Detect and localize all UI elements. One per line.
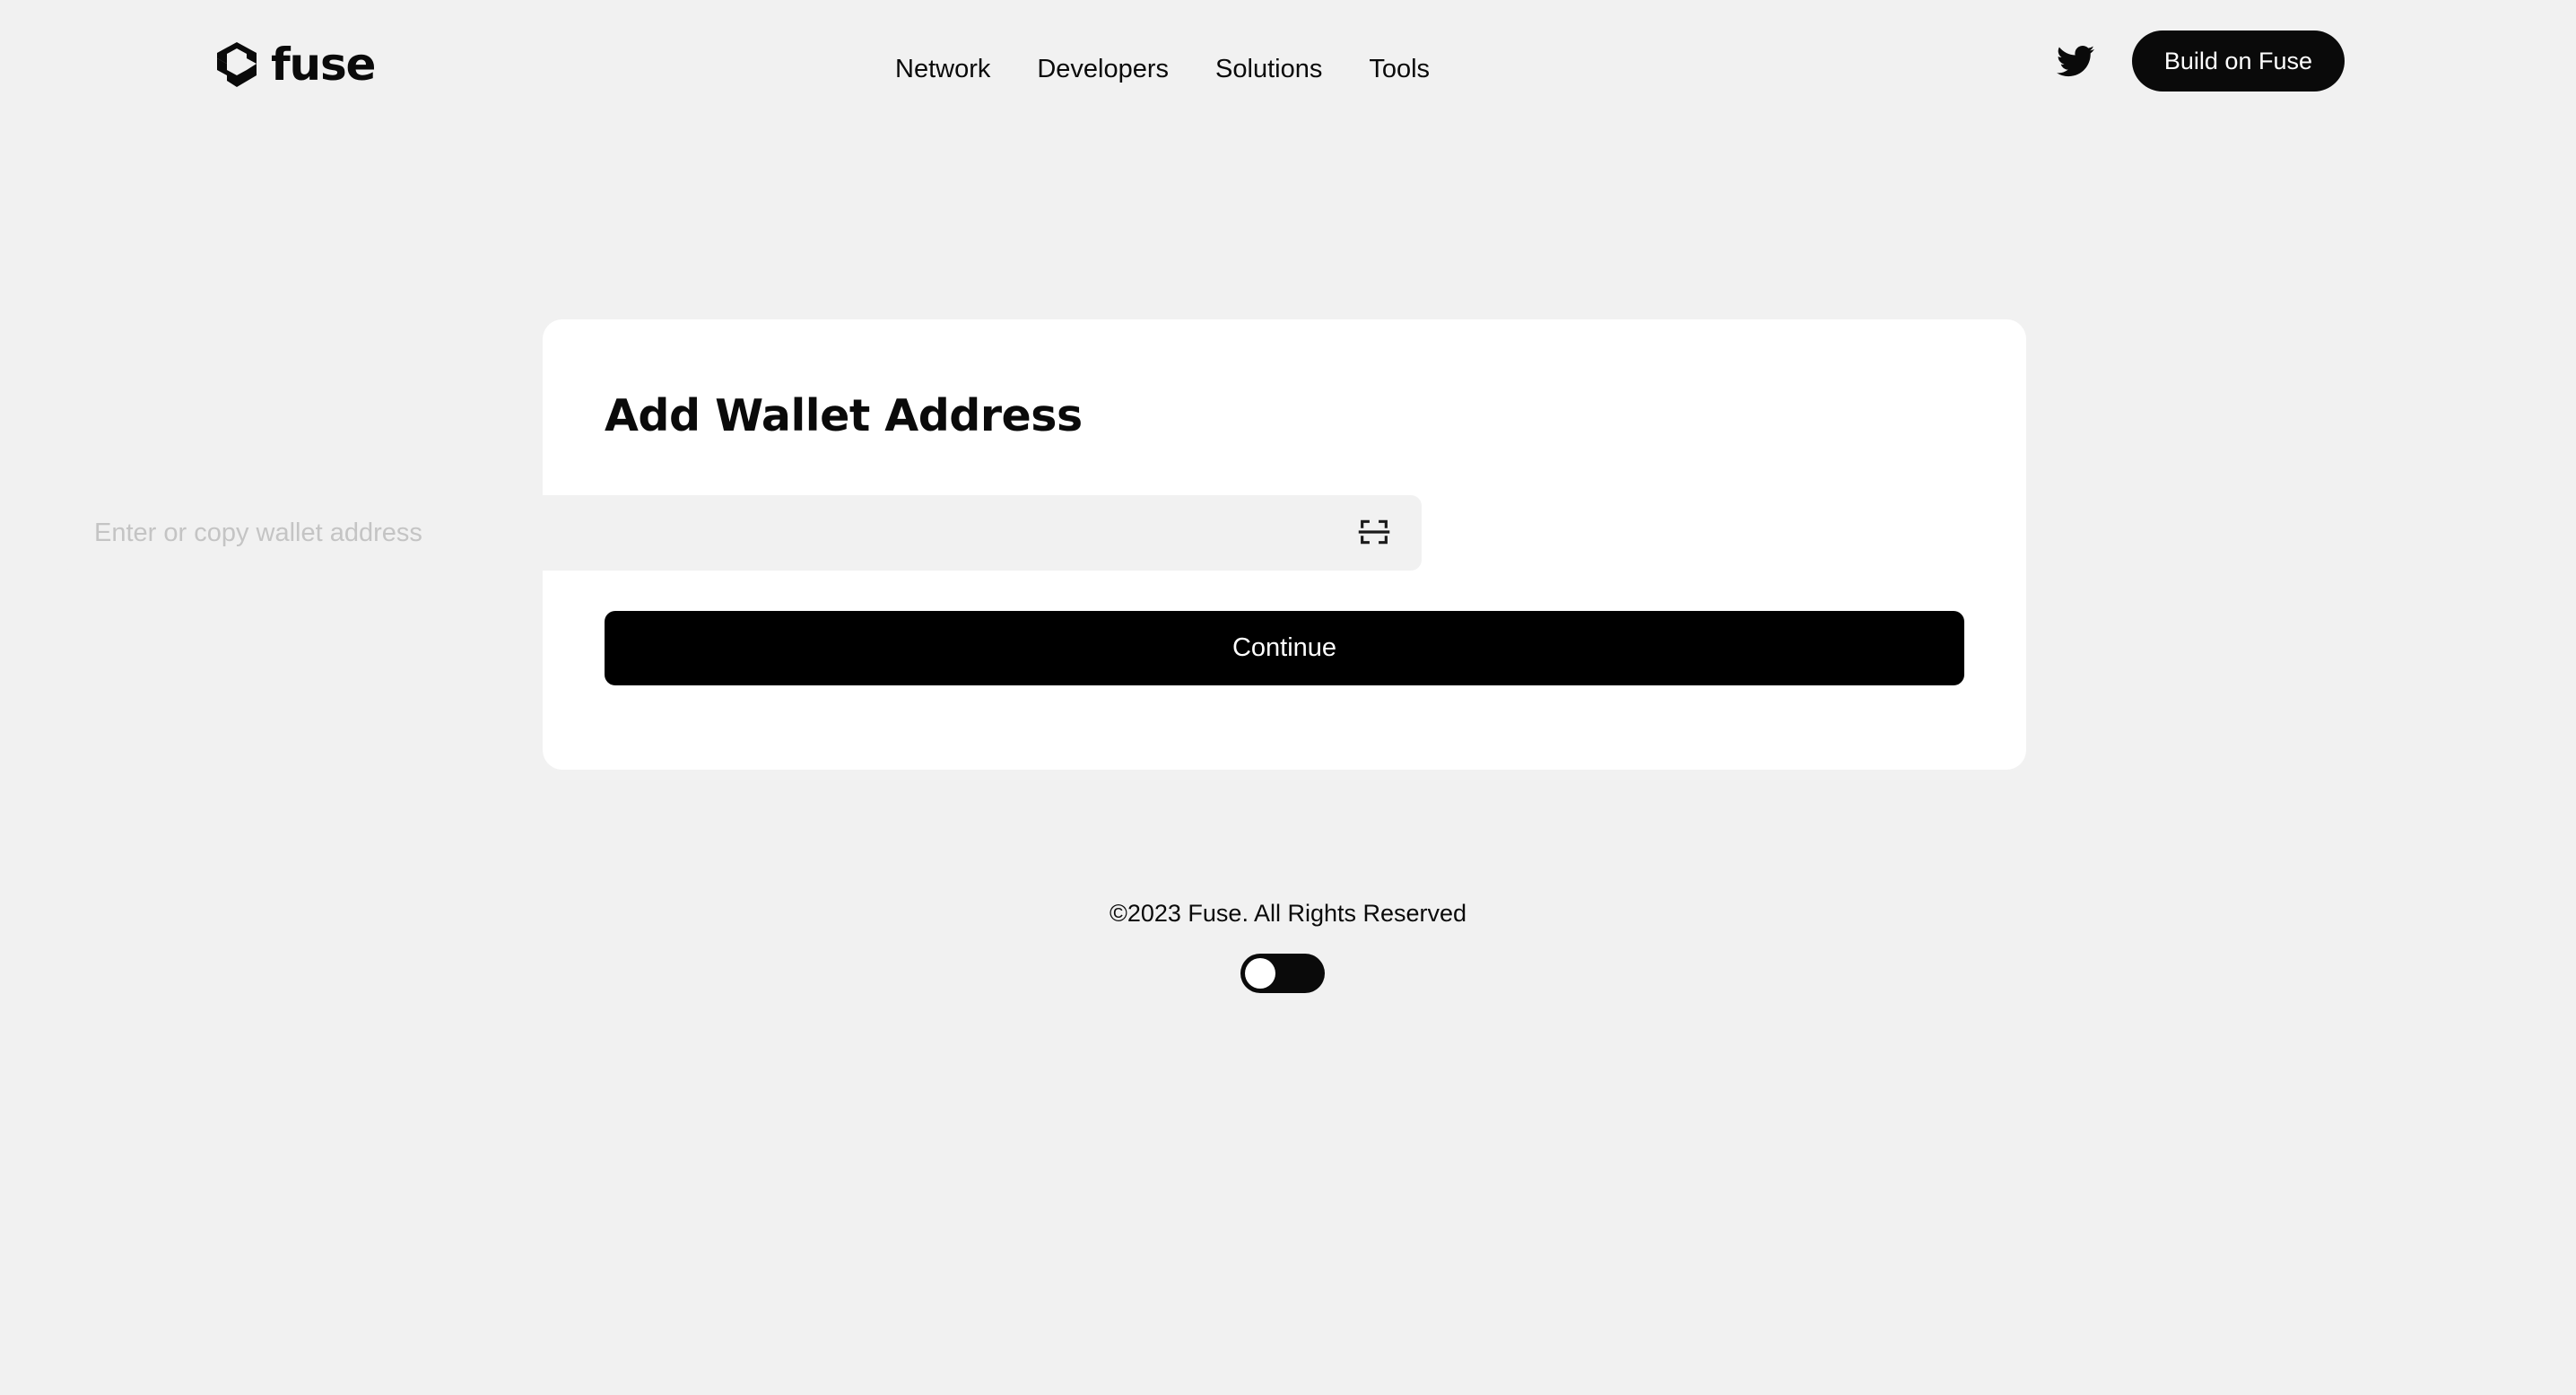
- nav-item-tools[interactable]: Tools: [1369, 54, 1430, 85]
- theme-toggle-switch[interactable]: [1240, 954, 1325, 993]
- qr-scan-icon: [1356, 514, 1392, 553]
- site-header: fuse Network Developers Solutions Tools …: [0, 0, 2576, 151]
- build-on-fuse-button[interactable]: Build on Fuse: [2131, 31, 2345, 92]
- header-actions: Build on Fuse: [2056, 31, 2345, 92]
- wallet-address-field-wrapper: [62, 495, 1422, 571]
- fuse-wordmark: fuse: [271, 39, 376, 91]
- main-navigation: Network Developers Solutions Tools: [895, 54, 1430, 85]
- nav-item-network[interactable]: Network: [895, 54, 990, 85]
- twitter-icon[interactable]: [2056, 42, 2094, 80]
- copyright-text: ©2023 Fuse. All Rights Reserved: [1109, 900, 1467, 927]
- nav-item-solutions[interactable]: Solutions: [1215, 54, 1322, 85]
- continue-button[interactable]: Continue: [605, 611, 1964, 685]
- fuse-hexagon-icon: [215, 42, 258, 87]
- page-title: Add Wallet Address: [605, 390, 1083, 441]
- wallet-address-input[interactable]: [62, 495, 1422, 571]
- toggle-knob: [1245, 958, 1275, 989]
- nav-item-developers[interactable]: Developers: [1037, 54, 1169, 85]
- fuse-logo[interactable]: fuse: [215, 39, 376, 91]
- qr-scan-button[interactable]: [1353, 512, 1395, 554]
